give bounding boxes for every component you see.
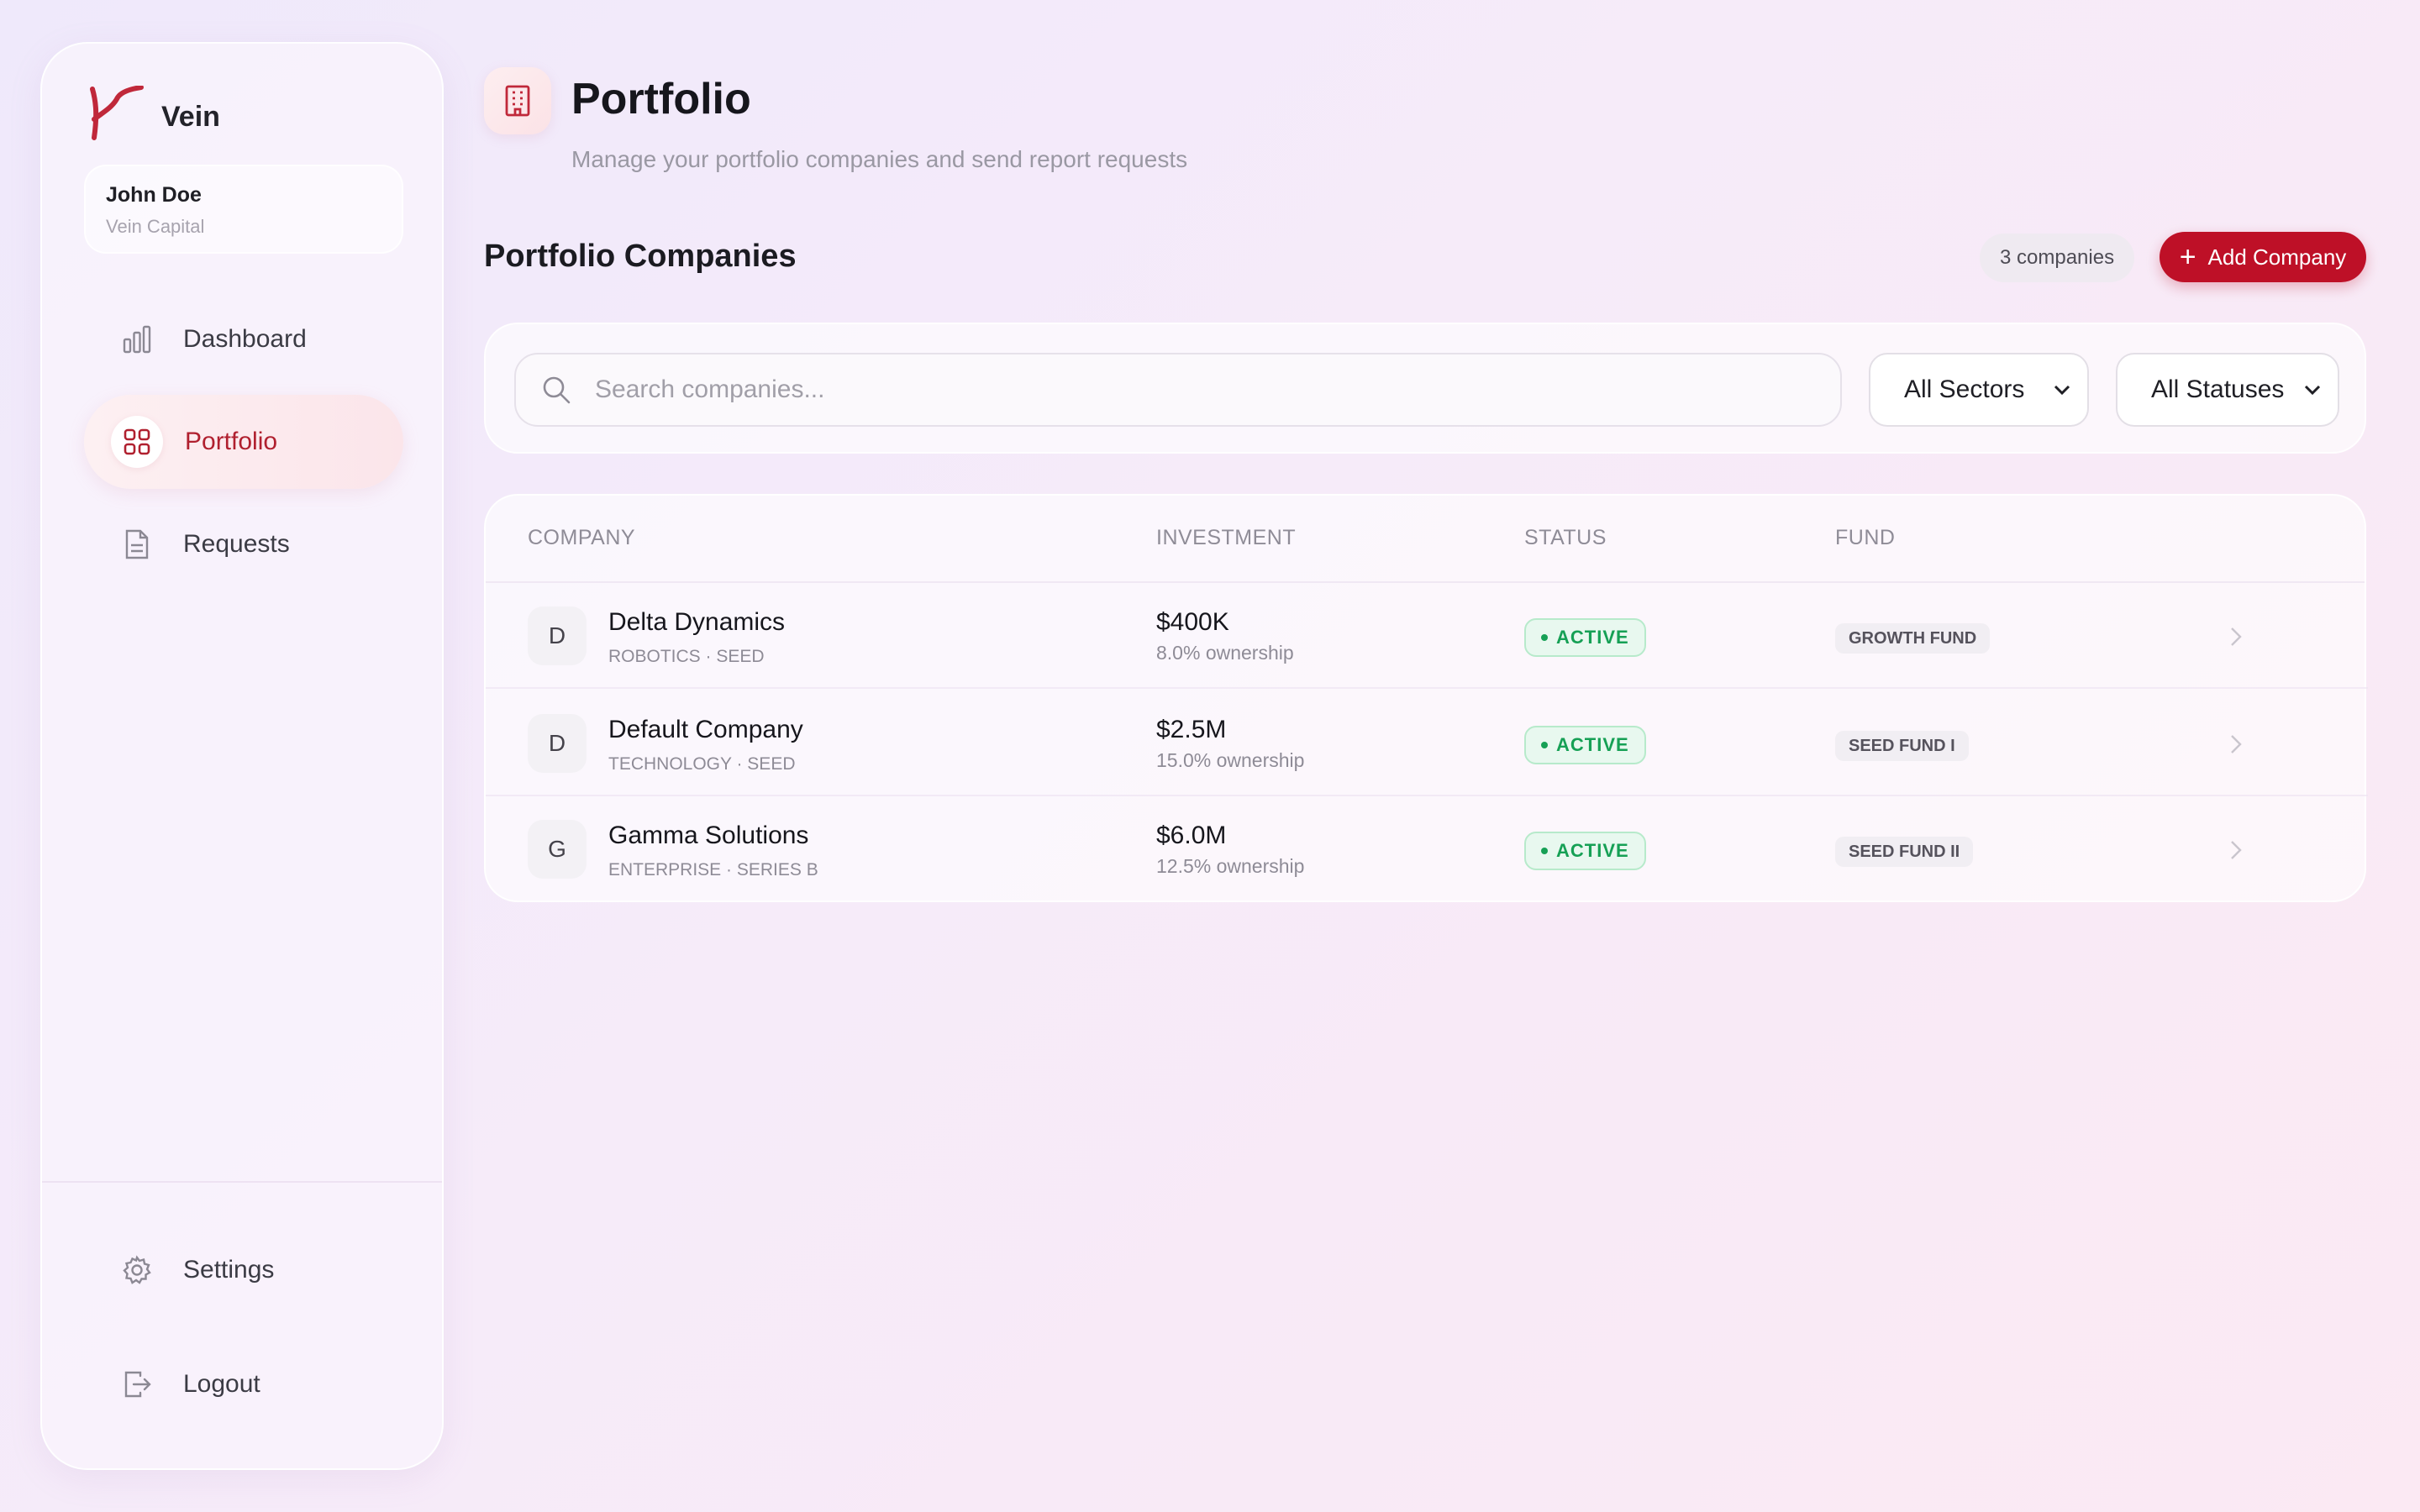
sector-select[interactable]: All Sectors — [1869, 353, 2089, 427]
sidebar-item-label: Settings — [183, 1256, 275, 1284]
investment-amount: $2.5M — [1156, 716, 1227, 743]
sidebar-item-dashboard[interactable]: Dashboard — [84, 292, 403, 386]
sidebar-item-label: Dashboard — [183, 325, 307, 353]
company-meta: TECHNOLOGY · SEED — [608, 754, 796, 774]
add-company-label: Add Company — [2207, 244, 2347, 270]
investment-amount: $6.0M — [1156, 822, 1227, 849]
status-label: ACTIVE — [1556, 734, 1629, 755]
sidebar-item-settings[interactable]: Settings — [84, 1223, 403, 1317]
company-avatar: G — [528, 820, 587, 879]
chevron-right-icon[interactable] — [2223, 620, 2249, 654]
ownership: 8.0% ownership — [1156, 642, 1294, 664]
status-dot — [1541, 634, 1548, 641]
chevron-down-icon — [2054, 379, 2070, 401]
company-meta: ENTERPRISE · SERIES B — [608, 860, 818, 879]
status-badge: ACTIVE — [1524, 618, 1646, 657]
column-header-status[interactable]: STATUS — [1524, 526, 1607, 550]
company-count-badge: 3 companies — [1980, 234, 2135, 282]
status-dot — [1541, 742, 1548, 748]
status-badge: ACTIVE — [1524, 832, 1646, 870]
chevron-right-icon[interactable] — [2223, 727, 2249, 761]
table-row[interactable]: D Default Company TECHNOLOGY · SEED $2.5… — [486, 690, 2368, 796]
fund-badge: SEED FUND II — [1835, 837, 1974, 867]
sidebar-item-label: Requests — [183, 530, 290, 558]
sidebar-item-requests[interactable]: Requests — [84, 497, 403, 591]
column-header-company[interactable]: COMPANY — [528, 526, 635, 550]
logout-icon — [121, 1368, 153, 1400]
bar-chart-icon — [121, 323, 153, 355]
search-icon — [543, 376, 571, 404]
status-badge: ACTIVE — [1524, 726, 1646, 764]
section-title: Portfolio Companies — [484, 239, 797, 274]
status-label: ACTIVE — [1556, 840, 1629, 861]
company-avatar: D — [528, 714, 587, 773]
page-title: Portfolio — [571, 75, 751, 123]
sidebar-item-logout[interactable]: Logout — [84, 1337, 403, 1431]
user-card[interactable]: John Doe Vein Capital — [84, 165, 403, 254]
sidebar-item-label: Logout — [183, 1370, 260, 1398]
sidebar-item-label: Portfolio — [185, 428, 278, 455]
sidebar: Vein John Doe Vein Capital Dashboard Por… — [40, 42, 444, 1470]
companies-table: COMPANY INVESTMENT STATUS FUND D Delta D… — [484, 494, 2368, 902]
gear-icon — [121, 1254, 153, 1286]
grid-icon — [111, 416, 163, 468]
fund-badge: SEED FUND I — [1835, 731, 1969, 761]
chevron-down-icon — [2304, 379, 2321, 401]
table-row[interactable]: G Gamma Solutions ENTERPRISE · SERIES B … — [486, 796, 2368, 902]
investment-amount: $400K — [1156, 608, 1229, 636]
status-select[interactable]: All Statuses — [2116, 353, 2339, 427]
user-org: Vein Capital — [106, 216, 205, 237]
company-avatar: D — [528, 606, 587, 665]
status-select-value: All Statuses — [2151, 375, 2285, 403]
building-icon — [484, 67, 551, 134]
sidebar-divider — [42, 1181, 442, 1183]
ownership: 15.0% ownership — [1156, 749, 1305, 771]
column-header-investment[interactable]: INVESTMENT — [1156, 526, 1296, 550]
sector-select-value: All Sectors — [1904, 375, 2025, 403]
fund-badge: GROWTH FUND — [1835, 623, 1991, 654]
ownership: 12.5% ownership — [1156, 855, 1305, 877]
table-row[interactable]: D Delta Dynamics ROBOTICS · SEED $400K 8… — [486, 583, 2368, 689]
column-header-fund[interactable]: FUND — [1835, 526, 1895, 550]
search-box[interactable] — [514, 353, 1842, 427]
company-name[interactable]: Delta Dynamics — [608, 608, 785, 637]
row-divider — [486, 687, 2368, 689]
plus-icon: + — [2179, 241, 2196, 273]
page-subtitle: Manage your portfolio companies and send… — [571, 146, 1188, 172]
document-icon — [121, 528, 153, 560]
status-label: ACTIVE — [1556, 627, 1629, 648]
company-name[interactable]: Gamma Solutions — [608, 822, 808, 850]
company-meta: ROBOTICS · SEED — [608, 647, 765, 666]
user-name: John Doe — [106, 183, 202, 207]
brand-name: Vein — [161, 100, 220, 133]
search-input[interactable] — [595, 375, 1771, 404]
add-company-button[interactable]: + Add Company — [2160, 232, 2366, 282]
filters-bar: All Sectors All Statuses — [484, 323, 2366, 454]
brand[interactable]: Vein — [84, 86, 220, 143]
sidebar-item-portfolio[interactable]: Portfolio — [84, 395, 403, 489]
vein-logo-icon — [90, 86, 144, 140]
chevron-right-icon[interactable] — [2223, 833, 2249, 867]
status-dot — [1541, 848, 1548, 854]
company-name[interactable]: Default Company — [608, 716, 803, 744]
